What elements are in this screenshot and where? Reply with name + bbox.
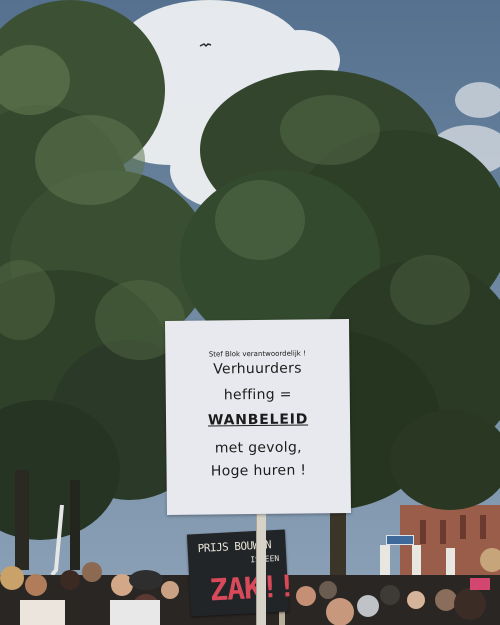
sign-line-5: Hoge huren ! [210, 462, 307, 480]
sign-line-2: heffing = [223, 386, 292, 404]
sign-small-line: Stef Blok verantwoordelijk ! [208, 349, 306, 359]
main-sign-pole [256, 514, 266, 625]
back-sign-line-3: ZAK!! [208, 569, 297, 609]
sign-line-3: WANBELEID [207, 411, 309, 429]
street-sign [386, 535, 414, 545]
main-protest-sign: Stef Blok verantwoordelijk ! Verhuurders… [164, 319, 352, 515]
photo-scene: PRIJS BOUWEN IS EEN ZAK!! Stef Blok vera… [0, 0, 500, 625]
sign-line-1: Verhuurders [213, 360, 302, 378]
back-protest-sign: PRIJS BOUWEN IS EEN ZAK!! [186, 529, 296, 617]
sign-line-4: met gevolg, [214, 439, 302, 457]
